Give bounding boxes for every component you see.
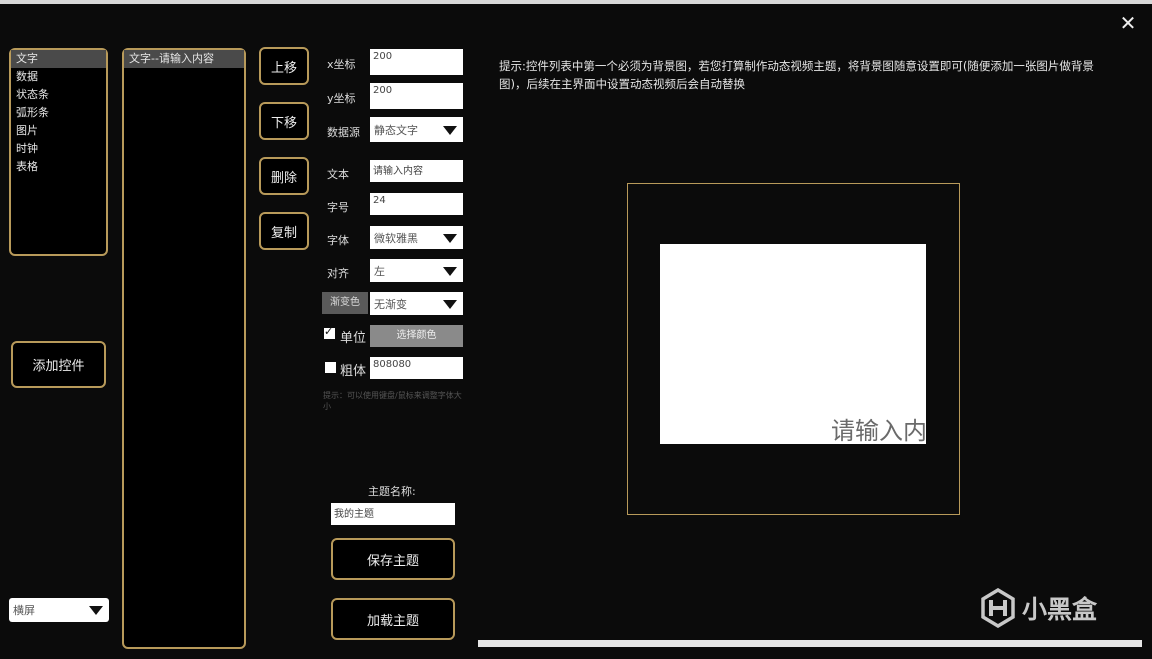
data-source-value: 静态文字	[374, 123, 418, 137]
dropdown-arrow-icon	[89, 606, 103, 615]
type-item-text[interactable]: 文字	[11, 50, 106, 68]
orientation-value: 横屏	[13, 604, 35, 617]
add-control-button[interactable]: 添加控件	[11, 341, 106, 388]
type-item-image[interactable]: 图片	[11, 122, 106, 140]
font-family-value: 微软雅黑	[374, 231, 418, 245]
type-item-table[interactable]: 表格	[11, 158, 106, 176]
gradient-label: 渐变色	[322, 292, 368, 314]
preview-text[interactable]: 请输入内容	[831, 411, 926, 444]
orientation-select[interactable]: 横屏	[9, 598, 109, 622]
align-value: 左	[374, 264, 385, 278]
save-theme-button[interactable]: 保存主题	[331, 538, 455, 580]
type-item-status-bar[interactable]: 状态条	[11, 86, 106, 104]
type-item-arc-bar[interactable]: 弧形条	[11, 104, 106, 122]
bold-label: 粗体	[340, 364, 367, 379]
close-icon[interactable]: ✕	[1118, 12, 1138, 34]
align-select[interactable]: 左	[370, 259, 463, 282]
preview-canvas[interactable]: 请输入内容	[660, 244, 926, 444]
control-type-list[interactable]: 文字 数据 状态条 弧形条 图片 时钟 表格	[9, 48, 108, 256]
data-source-label: 数据源	[327, 126, 360, 139]
dropdown-arrow-icon	[443, 266, 457, 276]
font-family-select[interactable]: 微软雅黑	[370, 226, 463, 249]
hint-text: 提示：可以使用键盘/鼠标来调整字体大小	[323, 391, 462, 411]
text-input[interactable]: 请输入内容	[370, 160, 463, 182]
horizontal-scrollbar[interactable]	[478, 640, 1142, 647]
x-coordinate-input[interactable]: 200	[370, 49, 463, 75]
tip-text: 提示:控件列表中第一个必须为背景图，若您打算制作动态视频主题，将背景图随意设置即…	[499, 59, 1094, 91]
copy-button[interactable]: 复制	[259, 212, 309, 250]
type-item-data[interactable]: 数据	[11, 68, 106, 86]
heybox-logo-icon	[981, 588, 1015, 628]
text-label: 文本	[327, 168, 349, 181]
data-source-select[interactable]: 静态文字	[370, 117, 463, 142]
font-family-label: 字体	[327, 234, 349, 247]
window-top-edge	[0, 0, 1152, 4]
control-list[interactable]: 文字--请输入内容	[122, 48, 246, 649]
delete-button[interactable]: 删除	[259, 157, 309, 195]
unit-checkbox[interactable]	[324, 325, 335, 339]
control-list-item[interactable]: 文字--请输入内容	[124, 50, 244, 68]
color-hex-input[interactable]: 808080	[370, 357, 463, 379]
unit-label: 单位	[340, 331, 367, 346]
type-item-clock[interactable]: 时钟	[11, 140, 106, 158]
font-size-label: 字号	[327, 201, 349, 214]
gradient-select[interactable]: 无渐变	[370, 292, 463, 315]
y-coordinate-label: y坐标	[327, 92, 356, 105]
theme-name-input[interactable]: 我的主题	[331, 503, 455, 525]
font-size-input[interactable]: 24	[370, 193, 463, 215]
align-label: 对齐	[327, 267, 349, 280]
dropdown-arrow-icon	[443, 233, 457, 243]
dropdown-arrow-icon	[443, 125, 457, 135]
x-coordinate-label: x坐标	[327, 58, 356, 71]
watermark: 小黑盒	[980, 586, 1130, 630]
bold-checkbox[interactable]	[325, 362, 336, 373]
load-theme-button[interactable]: 加载主题	[331, 598, 455, 640]
theme-name-label: 主题名称:	[368, 485, 416, 498]
choose-color-button[interactable]: 选择颜色	[370, 325, 463, 347]
dropdown-arrow-icon	[443, 299, 457, 309]
move-down-button[interactable]: 下移	[259, 102, 309, 140]
y-coordinate-input[interactable]: 200	[370, 83, 463, 109]
move-up-button[interactable]: 上移	[259, 47, 309, 85]
watermark-text: 小黑盒	[1022, 595, 1098, 624]
gradient-value: 无渐变	[374, 297, 407, 311]
